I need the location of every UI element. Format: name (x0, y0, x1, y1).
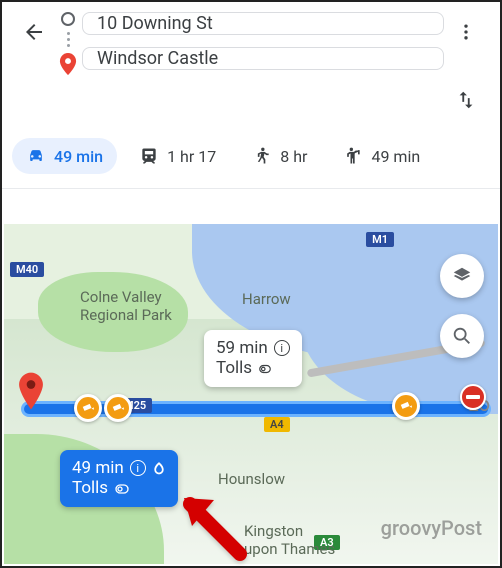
mode-transit[interactable]: 1 hr 17 (125, 138, 230, 174)
speed-camera-icon (74, 394, 102, 422)
search-area-button[interactable] (440, 314, 484, 358)
swap-vert-icon (455, 89, 477, 111)
route-markers-column (54, 12, 82, 75)
speed-camera-icon (104, 394, 132, 422)
toll-icon (258, 362, 272, 376)
back-button[interactable] (14, 12, 54, 52)
destination-pin-icon (59, 53, 77, 75)
travel-modes-bar: 49 min 1 hr 17 8 hr 49 min (2, 130, 500, 189)
primary-route-time: 49 min (72, 458, 124, 478)
speed-camera-icon (392, 392, 420, 420)
mode-walk-label: 8 hr (280, 147, 307, 166)
arrow-left-icon (22, 20, 46, 44)
map-label-kingston: Kingston upon Thames (244, 522, 335, 558)
mode-drive-label: 49 min (54, 147, 103, 166)
walk-icon (252, 146, 272, 166)
road-badge-a4: A4 (264, 417, 290, 432)
connector-dots-icon (67, 32, 70, 47)
destination-text: Windsor Castle (97, 48, 218, 69)
alt-route-sub: Tolls (216, 358, 252, 378)
more-vert-icon (456, 22, 476, 42)
origin-input[interactable]: 10 Downing St (82, 12, 444, 35)
road-badge-m40: M40 (10, 262, 44, 277)
layers-icon (451, 265, 473, 287)
layers-button[interactable] (440, 254, 484, 298)
search-icon (451, 325, 473, 347)
no-entry-icon (460, 384, 486, 410)
map-label-harrow: Harrow (242, 290, 291, 308)
toll-icon (114, 481, 130, 497)
primary-route-sub: Tolls (72, 478, 108, 498)
directions-header: 10 Downing St Windsor Castle (2, 2, 500, 130)
info-icon: i (130, 460, 146, 476)
destination-input[interactable]: Windsor Castle (82, 47, 444, 70)
swap-button[interactable] (446, 80, 486, 120)
mode-rideshare-label: 49 min (371, 147, 420, 166)
alt-route-time: 59 min (216, 338, 268, 358)
watermark: groovyPost (381, 516, 482, 540)
mode-walk[interactable]: 8 hr (238, 138, 321, 174)
car-icon (26, 146, 46, 166)
info-icon: i (274, 340, 290, 356)
road-badge-m1: M1 (366, 232, 394, 247)
origin-marker-icon (61, 12, 75, 26)
primary-route-callout[interactable]: 49 min i Tolls (60, 450, 178, 507)
rideshare-icon (343, 146, 363, 166)
alt-route-callout[interactable]: 59 min i Tolls (204, 330, 302, 387)
annotation-arrow-icon (172, 482, 252, 566)
origin-text: 10 Downing St (97, 13, 213, 34)
map-label-park: Colne Valley Regional Park (80, 288, 172, 324)
mode-transit-label: 1 hr 17 (167, 147, 216, 166)
train-icon (139, 146, 159, 166)
mode-rideshare[interactable]: 49 min (329, 138, 434, 174)
leaf-icon (152, 461, 166, 475)
mode-drive[interactable]: 49 min (12, 138, 117, 174)
destination-map-pin-icon (18, 372, 44, 410)
more-options-button[interactable] (446, 12, 486, 52)
